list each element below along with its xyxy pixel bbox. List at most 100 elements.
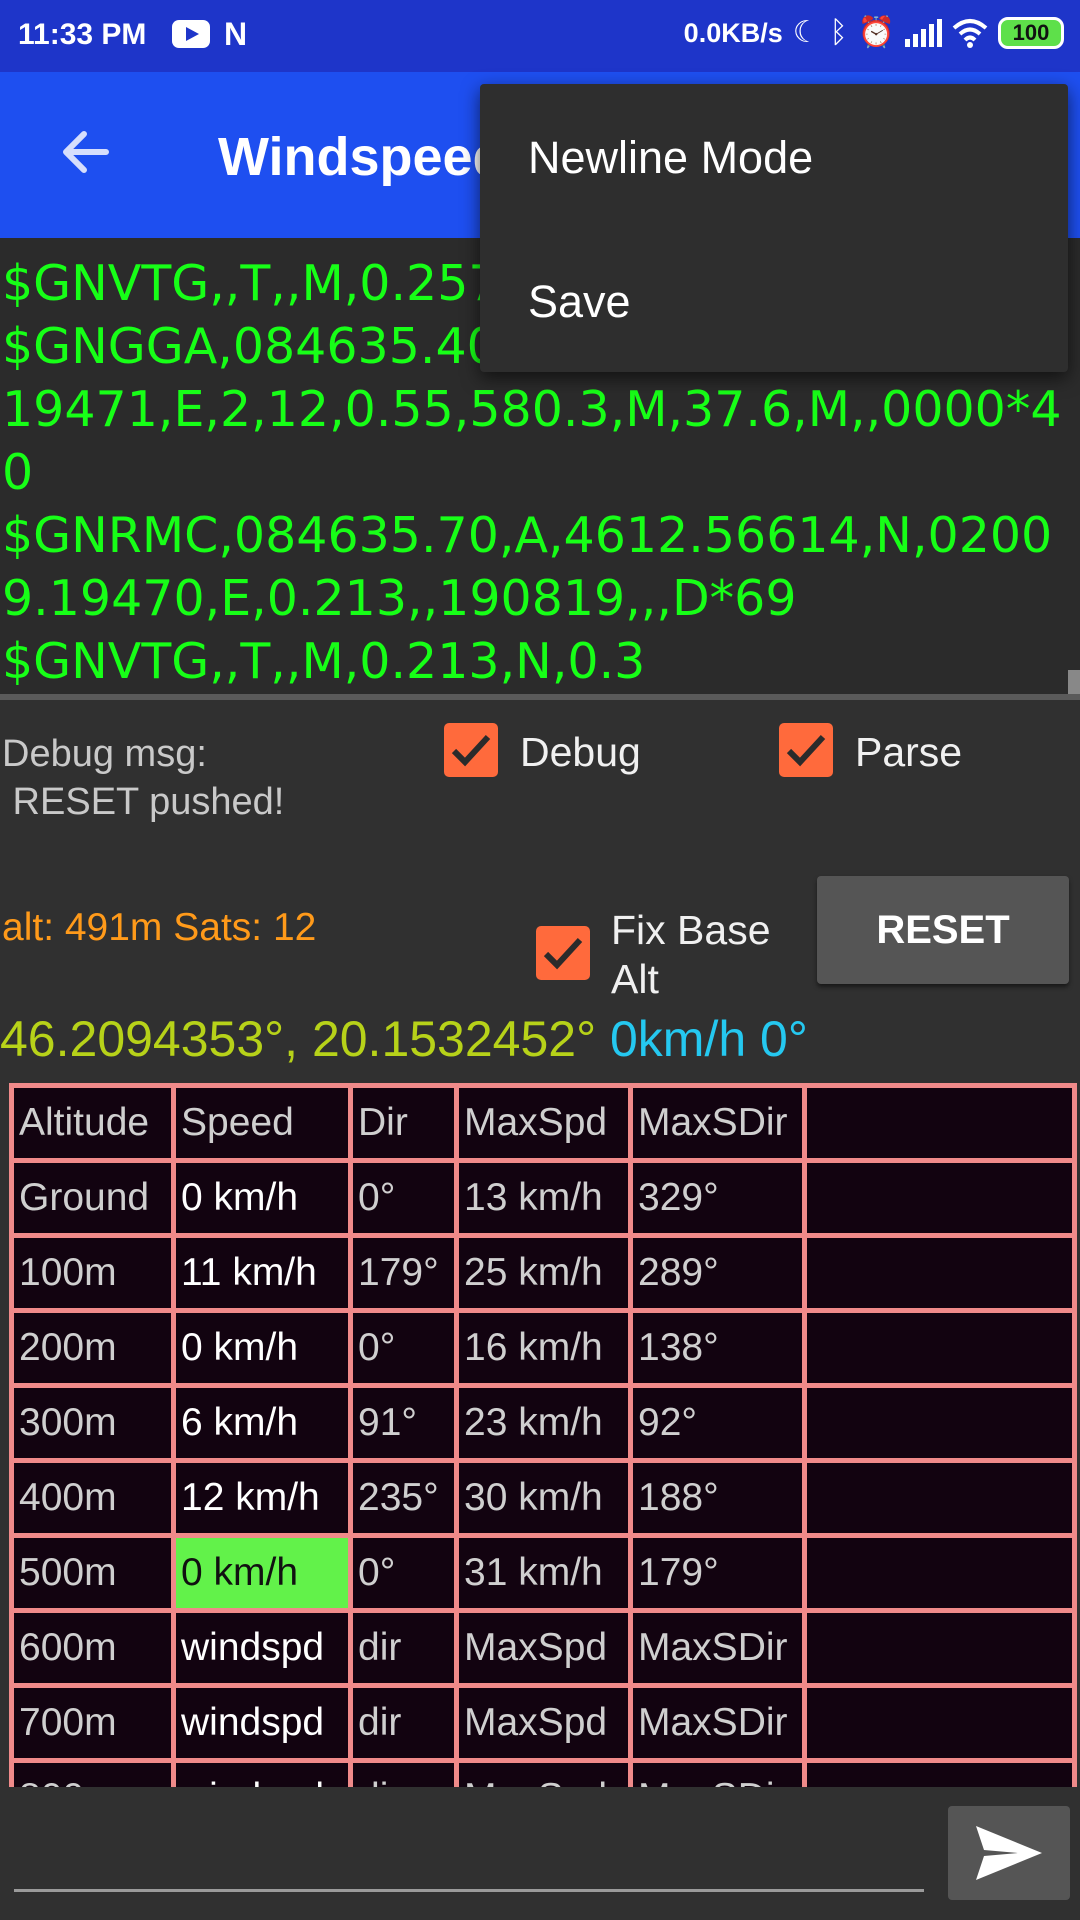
youtube-icon xyxy=(172,20,210,48)
table-cell: 700m xyxy=(9,1683,176,1763)
table-cell: 31 km/h xyxy=(454,1533,633,1613)
fix-base-alt-checkbox[interactable] xyxy=(536,926,590,980)
debug-checkbox-label[interactable]: Debug xyxy=(520,728,641,777)
fix-base-alt-label[interactable]: Fix Base Alt xyxy=(611,906,801,1004)
table-cell: 0 km/h xyxy=(171,1308,353,1388)
table-cell: 12 km/h xyxy=(171,1458,353,1538)
table-cell: 13 km/h xyxy=(454,1158,633,1238)
debug-checkbox[interactable] xyxy=(444,723,498,777)
table-cell xyxy=(802,1308,1077,1388)
table-cell: 6 km/h xyxy=(171,1383,353,1463)
menu-item-save[interactable]: Save xyxy=(528,276,631,328)
table-cell: Ground xyxy=(9,1158,176,1238)
table-cell: 0 km/h xyxy=(171,1533,353,1613)
table-cell: 23 km/h xyxy=(454,1383,633,1463)
table-cell: 16 km/h xyxy=(454,1308,633,1388)
speed-direction: 0km/h 0° xyxy=(596,1011,808,1067)
table-cell: 800m xyxy=(9,1758,176,1787)
table-header-cell: MaxSDir xyxy=(628,1083,807,1163)
table-row: 100m 11 km/h 179° 25 km/h 289° xyxy=(9,1233,1077,1313)
overflow-menu: Newline Mode Save xyxy=(480,84,1068,372)
table-cell xyxy=(802,1233,1077,1313)
console-scrollbar[interactable] xyxy=(1068,670,1080,694)
table-row: 600m windspd dir MaxSpd MaxSDir xyxy=(9,1608,1077,1688)
check-icon xyxy=(451,734,491,767)
table-cell: MaxSDir xyxy=(628,1683,807,1763)
table-header-cell: Altitude xyxy=(9,1083,176,1163)
table-cell: 600m xyxy=(9,1608,176,1688)
table-cell: windspd xyxy=(171,1683,353,1763)
table-row: Ground 0 km/h 0° 13 km/h 329° xyxy=(9,1158,1077,1238)
table-cell: MaxSDir xyxy=(628,1758,807,1787)
n-icon: N xyxy=(224,16,248,52)
table-cell: 0° xyxy=(348,1308,459,1388)
table-row: 400m 12 km/h 235° 30 km/h 188° xyxy=(9,1458,1077,1538)
table-cell: MaxSpd xyxy=(454,1608,633,1688)
table-header-row: Altitude Speed Dir MaxSpd MaxSDir xyxy=(9,1083,1077,1163)
bluetooth-icon: ᛒ xyxy=(829,16,848,49)
wifi-icon xyxy=(952,19,988,48)
menu-item-newline-mode[interactable]: Newline Mode xyxy=(528,132,813,184)
table-cell xyxy=(802,1608,1077,1688)
table-cell: dir xyxy=(348,1683,459,1763)
battery-icon: 100 xyxy=(998,17,1064,49)
table-cell: 289° xyxy=(628,1233,807,1313)
table-row: 800mwindspddirMaxSpdMaxSDir xyxy=(9,1758,1077,1787)
parse-checkbox[interactable] xyxy=(779,723,833,777)
table-row: 300m 6 km/h 91° 23 km/h 92° xyxy=(9,1383,1077,1463)
reset-button[interactable]: RESET xyxy=(817,876,1069,984)
table-cell: 0° xyxy=(348,1533,459,1613)
table-cell: MaxSpd xyxy=(454,1758,633,1787)
table-cell: 188° xyxy=(628,1458,807,1538)
table-cell xyxy=(802,1458,1077,1538)
wind-table: Altitude Speed Dir MaxSpd MaxSDir Ground 0 km/… xyxy=(9,1083,1077,1787)
table-header-cell: Dir xyxy=(348,1083,459,1163)
table-cell xyxy=(802,1158,1077,1238)
table-cell xyxy=(802,1383,1077,1463)
wind-table-container[interactable]: Altitude Speed Dir MaxSpd MaxSDir Ground 0 km/… xyxy=(0,1083,1080,1787)
table-row: 700m windspd dir MaxSpd MaxSDir xyxy=(9,1683,1077,1763)
signal-icon xyxy=(905,19,942,47)
check-icon xyxy=(543,937,583,970)
check-icon xyxy=(786,734,826,767)
moon-icon: ☾ xyxy=(792,16,820,49)
altitude-satellites: alt: 491m Sats: 12 xyxy=(2,906,317,949)
table-cell: 91° xyxy=(348,1383,459,1463)
table-cell: 200m xyxy=(9,1308,176,1388)
table-cell: 138° xyxy=(628,1308,807,1388)
table-cell: 92° xyxy=(628,1383,807,1463)
position-readout: 46.2094353°, 20.1532452° 0km/h 0° xyxy=(0,1010,808,1068)
table-header-cell xyxy=(802,1083,1077,1163)
table-cell: MaxSpd xyxy=(454,1683,633,1763)
send-button[interactable] xyxy=(948,1806,1070,1900)
table-cell: 30 km/h xyxy=(454,1458,633,1538)
debug-text: RESET pushed! xyxy=(2,781,285,823)
table-cell: 0° xyxy=(348,1158,459,1238)
alarm-icon: ⏰ xyxy=(857,16,895,49)
message-input[interactable] xyxy=(14,1796,924,1892)
table-cell: 11 km/h xyxy=(171,1233,353,1313)
send-icon xyxy=(976,1826,1042,1880)
table-cell: 400m xyxy=(9,1458,176,1538)
table-cell: 0 km/h xyxy=(171,1158,353,1238)
divider xyxy=(0,694,1080,700)
network-speed: 0.0KB/s xyxy=(683,17,783,48)
back-arrow-icon[interactable] xyxy=(56,122,116,182)
table-row: 500m 0 km/h 0° 31 km/h 179° xyxy=(9,1533,1077,1613)
debug-message: Debug msg: RESET pushed! xyxy=(2,730,284,826)
table-cell: windspd xyxy=(171,1608,353,1688)
debug-label: Debug msg: xyxy=(2,733,207,775)
table-cell: 100m xyxy=(9,1233,176,1313)
page-title: Windspeed xyxy=(218,127,506,187)
table-cell: MaxSDir xyxy=(628,1608,807,1688)
table-cell xyxy=(802,1683,1077,1763)
table-cell: 235° xyxy=(348,1458,459,1538)
table-cell: 179° xyxy=(348,1233,459,1313)
table-cell: dir xyxy=(348,1608,459,1688)
table-cell xyxy=(802,1533,1077,1613)
table-cell: 329° xyxy=(628,1158,807,1238)
table-cell: 500m xyxy=(9,1533,176,1613)
table-cell: windspd xyxy=(171,1758,353,1787)
parse-checkbox-label[interactable]: Parse xyxy=(855,728,962,777)
status-bar: 11:33 PM N 0.0KB/s ☾ ᛒ ⏰ 100 xyxy=(0,0,1080,72)
